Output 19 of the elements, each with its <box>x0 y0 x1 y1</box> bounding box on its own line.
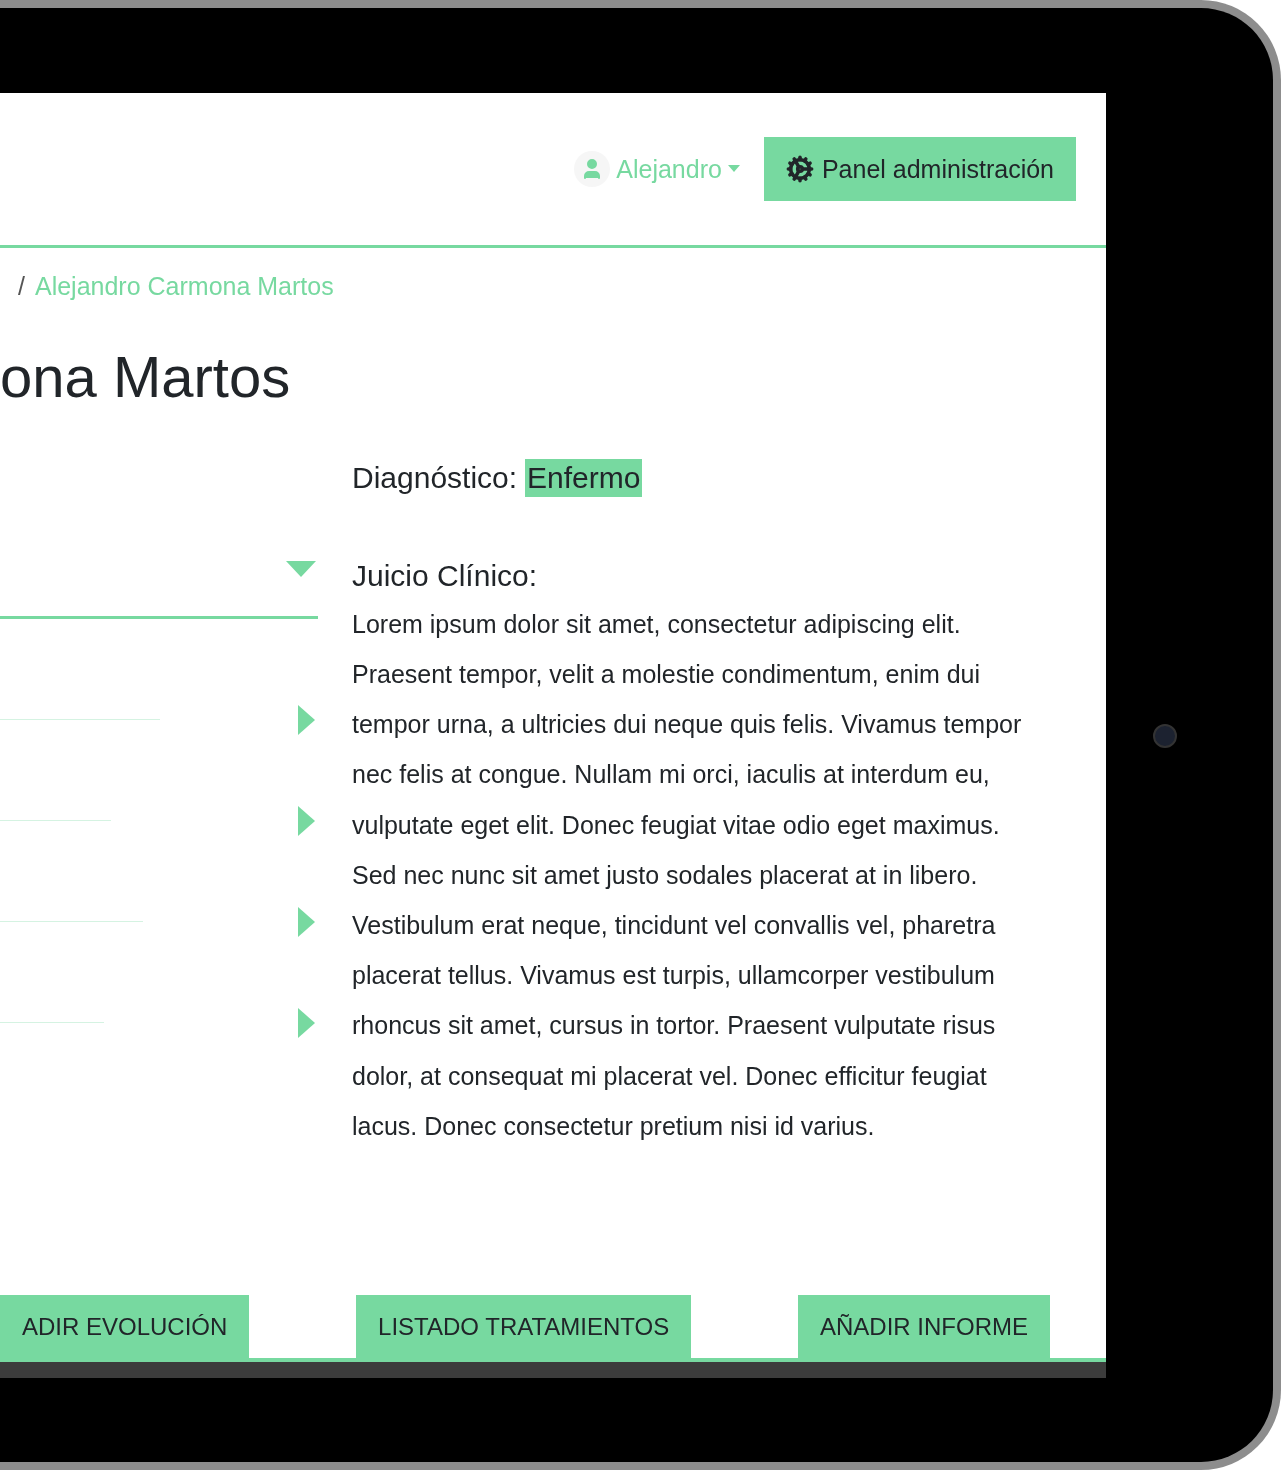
clinical-judgement-label: Juicio Clínico: <box>352 558 539 593</box>
caret-icon[interactable] <box>298 805 316 836</box>
diagnosis-label: Diagnóstico: <box>352 460 518 495</box>
caret-icon <box>727 165 740 173</box>
action-button[interactable]: AÑADIR INFORME <box>797 1295 1050 1358</box>
camera-icon <box>1152 723 1177 748</box>
clinical-judgement-text: Lorem ipsum dolor sit amet, consectetur adipiscing elit. Praesent tempor, velit a molestie condimentum, enim dui tempor urna, a ultricies dui neque quis felis. Vivamus tempor nec felis at congue. Nullam mi orci, iaculis at interdum eu, vulputate eget elit. Donec feugiat vitae odio eget maximus. Sed nec nunc sit amet justo sodales placerat at in libero. Vestibulum erat neque, tincidunt vel convallis vel, pharetra placerat tellus. Vivamus est turpis, ullamcorper vestibulum rhoncus sit amet, cursus in tortor. Praesent vulputate risus dolor, at consequat mi placerat vel. Donec efficitur feugiat lacus. Donec consectetur pretium nisi id varius. <box>352 608 1023 1142</box>
user-icon <box>574 151 611 187</box>
page-title: ona Martos <box>0 345 292 409</box>
action-button[interactable]: LISTADO TRATAMIENTOS <box>356 1295 692 1358</box>
action-button[interactable]: ADIR EVOLUCIÓN <box>0 1295 250 1358</box>
caret-icon[interactable] <box>298 704 316 735</box>
caret-icon[interactable] <box>286 560 316 579</box>
gear-icon <box>785 155 814 183</box>
caret-icon[interactable] <box>298 906 316 937</box>
caret-icon[interactable] <box>298 1007 316 1038</box>
admin-panel-button[interactable]: Panel administración <box>763 137 1076 201</box>
diagnosis-value: Enfermo <box>525 458 643 497</box>
breadcrumb-separator: / <box>18 272 25 301</box>
